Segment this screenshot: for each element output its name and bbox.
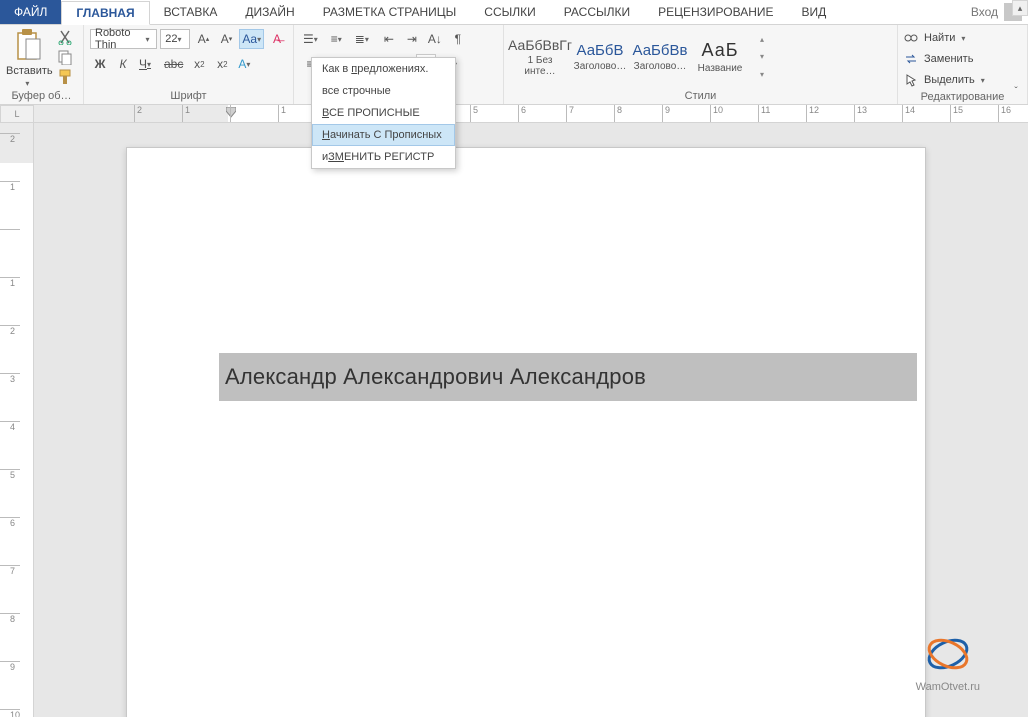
increase-indent-button[interactable]: ⇥	[402, 29, 422, 49]
tab-layout[interactable]: РАЗМЕТКА СТРАНИЦЫ	[309, 0, 471, 24]
style-item-2[interactable]: АаБбВвЗаголово…	[630, 31, 690, 83]
case-lower[interactable]: все строчные	[312, 80, 455, 102]
group-styles-label: Стили	[510, 88, 891, 102]
tab-links[interactable]: ССЫЛКИ	[470, 0, 549, 24]
paste-label: Вставить	[6, 65, 53, 77]
styles-scroll[interactable]: ▴ ▾ ▾	[754, 31, 770, 83]
more-icon: ▾	[760, 70, 764, 79]
chevron-down-icon: ▾	[177, 35, 185, 43]
numbering-button[interactable]: ≡▾	[328, 29, 349, 49]
page: Александр Александрович Александров	[126, 147, 926, 717]
ruler-row: L 21123456789101112131415161718 ▴	[0, 105, 1028, 123]
superscript-button[interactable]: x2	[212, 54, 232, 74]
style-item-0[interactable]: АаБбВвГг1 Без инте…	[510, 31, 570, 83]
chevron-up-icon: ▴	[760, 35, 764, 44]
vertical-ruler[interactable]: 211234567891011	[0, 123, 34, 717]
cursor-icon	[904, 73, 918, 87]
font-size-value: 22	[165, 33, 177, 45]
watermark-logo-icon	[924, 630, 972, 678]
replace-icon	[904, 52, 918, 66]
chevron-down-icon: ▾	[961, 34, 969, 42]
italic-button[interactable]: К	[113, 54, 133, 74]
tab-view[interactable]: ВИД	[788, 0, 841, 24]
document-canvas[interactable]: Александр Александрович Александров WamO…	[34, 123, 1028, 717]
multilevel-button[interactable]: ≣▾	[352, 29, 376, 49]
chevron-down-icon: ▾	[981, 76, 989, 84]
tab-strip: ФАЙЛ ГЛАВНАЯ ВСТАВКА ДИЗАЙН РАЗМЕТКА СТР…	[0, 0, 1028, 25]
replace-button[interactable]: Заменить	[904, 50, 1021, 68]
chevron-down-icon: ▾	[145, 35, 152, 43]
selected-text[interactable]: Александр Александрович Александров	[219, 353, 917, 401]
case-sentence[interactable]: Как в предложениях.	[312, 58, 455, 80]
style-item-3[interactable]: АаБНазвание	[690, 31, 750, 83]
decrease-indent-button[interactable]: ⇤	[379, 29, 399, 49]
tab-design[interactable]: ДИЗАЙН	[231, 0, 308, 24]
shrink-font-button[interactable]: A▾	[216, 29, 236, 49]
select-button[interactable]: Выделить ▾	[904, 71, 1021, 89]
paste-icon	[14, 29, 44, 63]
case-toggle[interactable]: иЗМЕНИТЬ РЕГИСТР	[312, 146, 455, 168]
font-name-value: Roboto Thin	[95, 27, 145, 51]
login-label: Вход	[971, 5, 998, 19]
underline-button[interactable]: Ч ▾	[136, 54, 158, 74]
tab-home[interactable]: ГЛАВНАЯ	[61, 1, 149, 25]
group-font: Roboto Thin▾ 22▾ A▴ A▾ Aa ▾ A̶ Ж К Ч ▾ a…	[84, 25, 294, 104]
change-case-button[interactable]: Aa ▾	[239, 29, 264, 49]
format-painter-icon[interactable]	[57, 69, 73, 85]
case-upper[interactable]: ВСЕ ПРОПИСНЫЕ	[312, 102, 455, 124]
grow-font-button[interactable]: A▴	[193, 29, 213, 49]
style-item-1[interactable]: АаБбВЗаголово…	[570, 31, 630, 83]
show-marks-button[interactable]: ¶	[448, 29, 468, 49]
group-editing-label: Редактирование	[904, 89, 1021, 102]
tab-insert[interactable]: ВСТАВКА	[150, 0, 232, 24]
text-effects-button[interactable]: A ▾	[235, 54, 257, 74]
change-case-menu: Как в предложениях. все строчные ВСЕ ПРО…	[311, 57, 456, 169]
bullets-button[interactable]: ☰▾	[300, 29, 325, 49]
group-styles: АаБбВвГг1 Без инте… АаБбВЗаголово… АаБбВ…	[504, 25, 898, 104]
tab-review[interactable]: РЕЦЕНЗИРОВАНИЕ	[644, 0, 787, 24]
chevron-down-icon: ▾	[760, 52, 764, 61]
group-font-label: Шрифт	[90, 88, 287, 102]
watermark: WamOtvet.ru	[916, 630, 980, 693]
bold-button[interactable]: Ж	[90, 54, 110, 74]
case-capitalize[interactable]: Начинать С Прописных	[312, 124, 455, 146]
collapse-ribbon-button[interactable]: ˇ	[1008, 86, 1024, 102]
watermark-text: WamOtvet.ru	[916, 681, 980, 693]
group-clipboard-label: Буфер об…	[6, 88, 77, 102]
tab-file[interactable]: ФАЙЛ	[0, 0, 61, 24]
find-button[interactable]: Найти ▾	[904, 29, 1021, 47]
tab-mailings[interactable]: РАССЫЛКИ	[550, 0, 644, 24]
chevron-down-icon: ▾	[25, 79, 33, 87]
strike-button[interactable]: abc	[161, 54, 186, 74]
scroll-up-button[interactable]: ▴	[1012, 0, 1028, 16]
tab-selector[interactable]: L	[0, 105, 34, 123]
font-size-combo[interactable]: 22▾	[160, 29, 190, 49]
clear-format-button[interactable]: A̶	[267, 29, 287, 49]
font-name-combo[interactable]: Roboto Thin▾	[90, 29, 157, 49]
sort-button[interactable]: A↓	[425, 29, 445, 49]
group-clipboard: Вставить ▾ Буфер об…	[0, 25, 84, 104]
horizontal-ruler[interactable]: 21123456789101112131415161718	[34, 105, 1028, 123]
cut-icon[interactable]	[57, 29, 73, 45]
copy-icon[interactable]	[57, 49, 73, 65]
ribbon: Вставить ▾ Буфер об… Roboto Thin▾ 22▾ A▴	[0, 25, 1028, 105]
work-area: 211234567891011 Александр Александрович …	[0, 123, 1028, 717]
paste-button[interactable]: Вставить ▾	[6, 29, 53, 87]
binoculars-icon	[904, 31, 918, 45]
subscript-button[interactable]: x2	[189, 54, 209, 74]
